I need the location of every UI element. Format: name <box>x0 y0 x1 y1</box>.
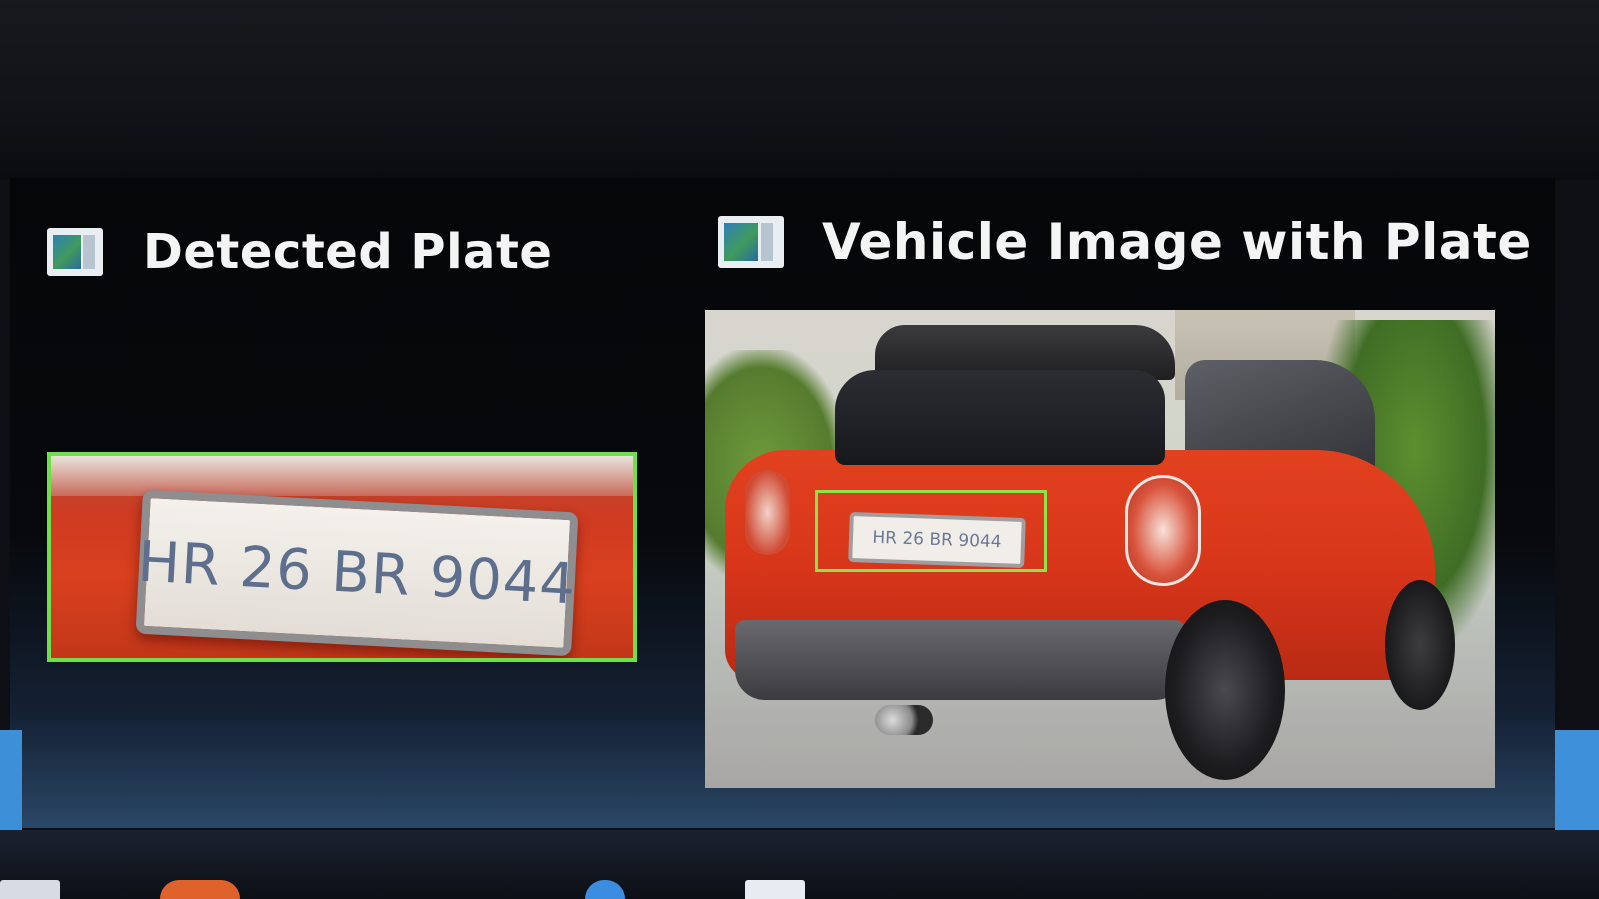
plate-number-text: HR 26 BR 9044 <box>136 529 578 617</box>
plate-detection-box <box>815 490 1047 572</box>
image-viewer-icon <box>47 228 103 276</box>
image-viewer-icon <box>718 216 784 268</box>
car-wheel <box>1165 600 1285 780</box>
detected-plate-title: Detected Plate <box>143 224 553 280</box>
car-exhaust <box>875 705 933 735</box>
monitor-bezel <box>0 0 1599 180</box>
vehicle-image-title: Vehicle Image with Plate <box>822 213 1532 271</box>
car-wheel <box>1385 580 1455 710</box>
right-window-edge <box>1555 730 1599 830</box>
left-window-edge <box>0 730 22 830</box>
taskbar-app-icon[interactable] <box>160 880 240 899</box>
car-trunk-edge <box>51 456 633 496</box>
taskbar-app-icon[interactable] <box>0 880 60 899</box>
detected-plate-header: Detected Plate <box>47 222 552 282</box>
vehicle-image: HR 26 BR 9044 <box>705 310 1495 788</box>
detected-plate-image: HR 26 BR 9044 <box>47 452 637 662</box>
car-taillight <box>1125 475 1201 586</box>
car-bumper <box>735 620 1185 700</box>
license-plate: HR 26 BR 9044 <box>135 489 579 657</box>
car-rear-window <box>835 370 1165 465</box>
vehicle-image-header: Vehicle Image with Plate <box>718 212 1532 272</box>
taskbar-app-icon[interactable] <box>745 880 805 899</box>
car-taillight <box>745 470 790 555</box>
